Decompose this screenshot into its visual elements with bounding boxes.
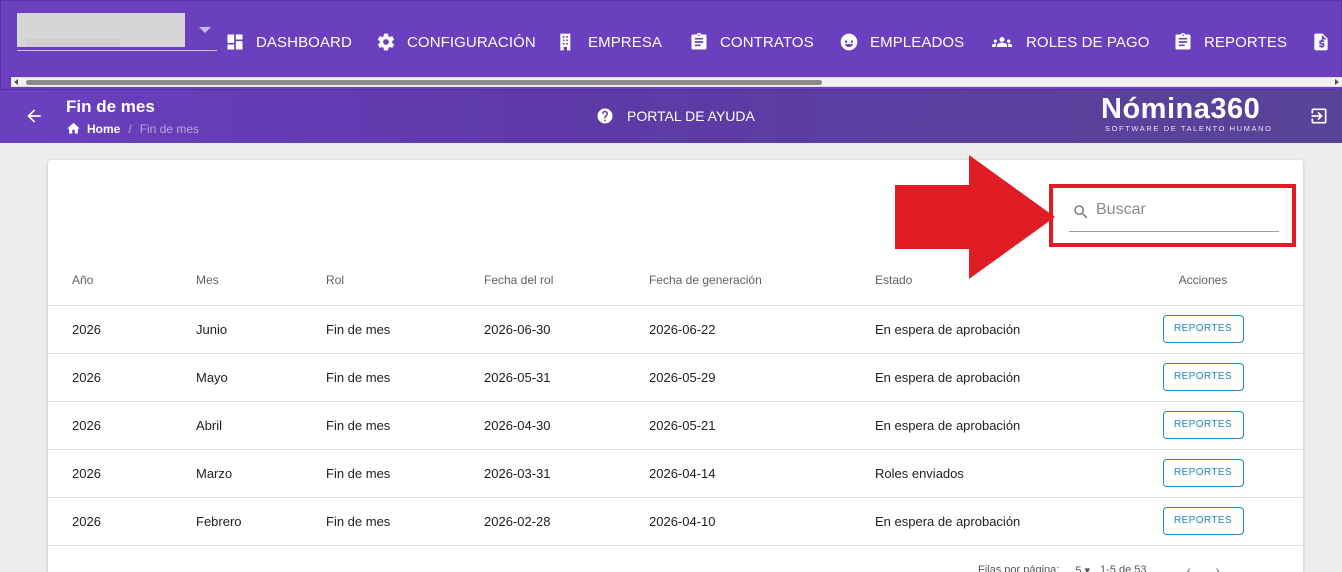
cell-mes: Abril [196,401,326,450]
chevron-down-icon: ▾ [1084,564,1091,572]
cell-mes: Febrero [196,497,326,546]
cell-fecha-rol: 2026-02-28 [484,497,649,546]
column-header-estado[interactable]: Estado [875,255,1125,306]
clipboard-icon [691,32,707,50]
brand-logo: Nómina360 SOFTWARE DE TALENTO HUMANO [1101,94,1273,133]
cell-estado: En espera de aprobación [875,305,1125,354]
cell-ano: 2026 [48,497,196,546]
cell-rol: Fin de mes [326,353,484,402]
rows-per-page-select[interactable]: 5 ▾ [1075,564,1090,572]
cell-fecha-rol: 2026-06-30 [484,305,649,354]
cell-estado: Roles enviados [875,449,1125,498]
scrollbar-thumb[interactable] [26,80,822,85]
nav-more[interactable] [1311,29,1342,55]
cell-acciones: REPORTES [1125,449,1303,498]
breadcrumb: Home / Fin de mes [66,121,199,136]
clipboard-icon [1175,32,1191,50]
nav-empresa[interactable]: EMPRESA [557,29,662,55]
cell-rol: Fin de mes [326,449,484,498]
column-header-mes[interactable]: Mes [196,255,326,306]
nav-dashboard[interactable]: DASHBOARD [225,29,352,55]
arrow-back-icon[interactable] [24,106,44,126]
page-title: Fin de mes [66,97,155,116]
cell-fecha-generacion: 2026-04-14 [649,449,875,498]
table-row: 2026 Marzo Fin de mes 2026-03-31 2026-04… [48,449,1303,498]
scroll-right-icon[interactable] [1335,79,1339,85]
table-header-row: Año Mes Rol Fecha del rol Fecha de gener… [48,255,1303,306]
table-pagination: Filas por página: 5 ▾ 1-5 de 53 ‹ › [978,562,1232,572]
nav-roles-de-pago[interactable]: ROLES DE PAGO [989,29,1150,55]
cell-ano: 2026 [48,449,196,498]
cell-fecha-rol: 2026-05-31 [484,353,649,402]
column-header-acciones: Acciones [1125,255,1303,306]
cell-fecha-generacion: 2026-05-29 [649,353,875,402]
breadcrumb-current: Fin de mes [139,121,200,136]
cell-estado: En espera de aprobación [875,401,1125,450]
scroll-left-icon[interactable] [14,79,18,85]
help-icon [597,108,613,124]
company-select[interactable] [17,13,217,51]
breadcrumb-home[interactable]: Home [87,122,120,136]
dashboard-icon [227,34,243,50]
nav-empleados[interactable]: EMPLEADOS [839,29,964,55]
reportes-button[interactable]: REPORTES [1162,315,1244,343]
group-icon [992,37,1012,47]
top-navigation: DASHBOARD CONFIGURACIÓN EMPRESA CONTRATO… [0,0,1342,90]
cell-acciones: REPORTES [1125,401,1303,450]
prev-page-icon[interactable]: ‹ [1187,562,1192,572]
logo-tagline: SOFTWARE DE TALENTO HUMANO [1105,124,1273,133]
cell-fecha-generacion: 2026-04-10 [649,497,875,546]
nav-reportes[interactable]: REPORTES [1173,29,1287,55]
cell-mes: Junio [196,305,326,354]
face-icon [840,33,858,51]
chevron-down-icon [199,27,211,33]
page-header: Fin de mes Home / Fin de mes PORTAL DE A… [0,90,1342,143]
roles-table: Año Mes Rol Fecha del rol Fecha de gener… [48,255,1303,546]
reportes-button[interactable]: REPORTES [1162,411,1244,439]
cell-ano: 2026 [48,401,196,450]
next-page-icon[interactable]: › [1215,562,1220,572]
gear-icon [377,33,395,51]
table-row: 2026 Junio Fin de mes 2026-06-30 2026-06… [48,305,1303,354]
nav-contratos[interactable]: CONTRATOS [689,29,814,55]
help-portal-link[interactable]: PORTAL DE AYUDA [596,107,755,125]
cell-rol: Fin de mes [326,401,484,450]
cell-mes: Mayo [196,353,326,402]
receipt-icon [1314,33,1328,51]
building-icon [560,33,571,51]
cell-fecha-rol: 2026-04-30 [484,401,649,450]
nav-configuracion[interactable]: CONFIGURACIÓN [376,29,536,55]
column-header-ano[interactable]: Año [48,255,196,306]
cell-fecha-generacion: 2026-05-21 [649,401,875,450]
column-header-rol[interactable]: Rol [326,255,484,306]
cell-acciones: REPORTES [1125,497,1303,546]
cell-fecha-rol: 2026-03-31 [484,449,649,498]
logo-name: Nómina360 [1101,93,1261,125]
cell-rol: Fin de mes [326,305,484,354]
horizontal-scrollbar[interactable] [11,77,1342,87]
cell-estado: En espera de aprobación [875,497,1125,546]
table-row: 2026 Mayo Fin de mes 2026-05-31 2026-05-… [48,353,1303,402]
reportes-button[interactable]: REPORTES [1162,363,1244,391]
cell-acciones: REPORTES [1125,305,1303,354]
breadcrumb-separator: / [128,121,132,136]
reportes-button[interactable]: REPORTES [1162,459,1244,487]
home-icon[interactable] [66,121,81,136]
cell-fecha-generacion: 2026-06-22 [649,305,875,354]
cell-rol: Fin de mes [326,497,484,546]
cell-ano: 2026 [48,353,196,402]
rows-per-page-label: Filas por página: [978,564,1060,572]
cell-mes: Marzo [196,449,326,498]
column-header-fecha-generacion[interactable]: Fecha de generación [649,255,875,306]
page-range: 1-5 de 53 [1100,564,1147,572]
annotation-highlight-box [1049,184,1296,247]
column-header-fecha-rol[interactable]: Fecha del rol [484,255,649,306]
logout-icon[interactable] [1309,106,1329,126]
reportes-button[interactable]: REPORTES [1162,507,1244,535]
cell-estado: En espera de aprobación [875,353,1125,402]
cell-acciones: REPORTES [1125,353,1303,402]
table-row: 2026 Febrero Fin de mes 2026-02-28 2026-… [48,497,1303,546]
table-row: 2026 Abril Fin de mes 2026-04-30 2026-05… [48,401,1303,450]
cell-ano: 2026 [48,305,196,354]
